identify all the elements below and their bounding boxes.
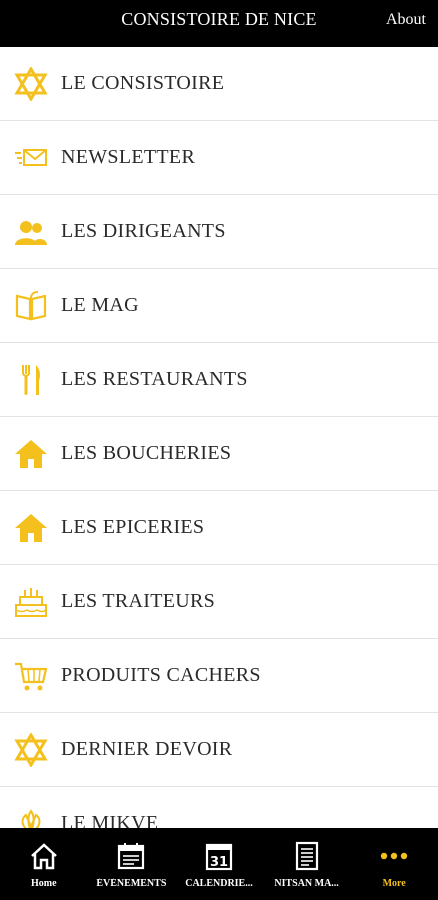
- menu-item-label: LES EPICERIES: [61, 516, 205, 538]
- menu-item-produits-cachers[interactable]: PRODUITS CACHERS: [0, 639, 438, 713]
- page-title: CONSISTOIRE DE NICE: [121, 9, 317, 29]
- menu-item-le-consistoire[interactable]: LE CONSISTOIRE: [0, 47, 438, 121]
- menu-item-les-dirigeants[interactable]: LES DIRIGEANTS: [0, 195, 438, 269]
- menu-item-label: LES TRAITEURS: [61, 590, 216, 612]
- flower-icon: [13, 806, 49, 828]
- about-button[interactable]: About: [386, 11, 426, 29]
- home-icon: [30, 843, 57, 870]
- menu-item-label: LES RESTAURANTS: [61, 368, 248, 390]
- menu-item-dernier-devoir[interactable]: DERNIER DEVOIR: [0, 713, 438, 787]
- tab-more[interactable]: More: [350, 828, 438, 900]
- calendar-board-icon: [118, 843, 145, 870]
- menu-item-label: LE MIKVE: [61, 812, 159, 828]
- tab-evenements[interactable]: ÉVÉNEMENTS: [88, 828, 176, 900]
- tab-label: NITSAN MA...: [274, 878, 339, 889]
- house-icon: [13, 510, 49, 546]
- menu-item-label: LE CONSISTOIRE: [61, 72, 225, 94]
- tab-nitsan-magazine[interactable]: NITSAN MA...: [263, 828, 351, 900]
- cake-icon: [13, 584, 49, 620]
- menu-item-newsletter[interactable]: NEWSLETTER: [0, 121, 438, 195]
- people-icon: [13, 214, 49, 250]
- menu-item-le-mikve[interactable]: LE MIKVE: [0, 787, 438, 828]
- house-icon: [13, 436, 49, 472]
- menu-list: LE CONSISTOIRE NEWSLETTER LES DIRIGEANTS…: [0, 47, 438, 828]
- cart-icon: [13, 658, 49, 694]
- more-dots-icon: [380, 852, 408, 860]
- menu-item-les-restaurants[interactable]: LES RESTAURANTS: [0, 343, 438, 417]
- menu-item-les-boucheries[interactable]: LES BOUCHERIES: [0, 417, 438, 491]
- menu-item-label: NEWSLETTER: [61, 146, 196, 168]
- bottom-tab-bar: Home ÉVÉNEMENTS 31 CALENDRIE... NITSAN M…: [0, 828, 438, 900]
- app-header: CONSISTOIRE DE NICE About: [0, 0, 438, 47]
- star-of-david-icon: [13, 66, 49, 102]
- tab-label: CALENDRIE...: [185, 878, 253, 889]
- star-of-david-icon: [13, 732, 49, 768]
- calendar-31-icon: 31: [205, 843, 233, 871]
- menu-item-label: LES DIRIGEANTS: [61, 220, 226, 242]
- tab-label: ÉVÉNEMENTS: [96, 878, 167, 889]
- menu-item-les-traiteurs[interactable]: LES TRAITEURS: [0, 565, 438, 639]
- tab-label: More: [382, 878, 406, 889]
- menu-item-label: PRODUITS CACHERS: [61, 664, 261, 686]
- menu-item-label: LE MAG: [61, 294, 139, 316]
- tab-label: Home: [31, 878, 57, 889]
- menu-item-le-mag[interactable]: LE MAG: [0, 269, 438, 343]
- menu-item-label: LES BOUCHERIES: [61, 442, 232, 464]
- document-icon: [295, 841, 318, 871]
- envelope-icon: [13, 140, 49, 176]
- tab-calendrier[interactable]: 31 CALENDRIE...: [175, 828, 263, 900]
- menu-item-label: DERNIER DEVOIR: [61, 738, 233, 760]
- calendar-day-number: 31: [210, 855, 228, 870]
- menu-item-les-epiceries[interactable]: LES EPICERIES: [0, 491, 438, 565]
- open-book-icon: [13, 288, 49, 324]
- tab-home[interactable]: Home: [0, 828, 88, 900]
- fork-knife-icon: [13, 362, 49, 398]
